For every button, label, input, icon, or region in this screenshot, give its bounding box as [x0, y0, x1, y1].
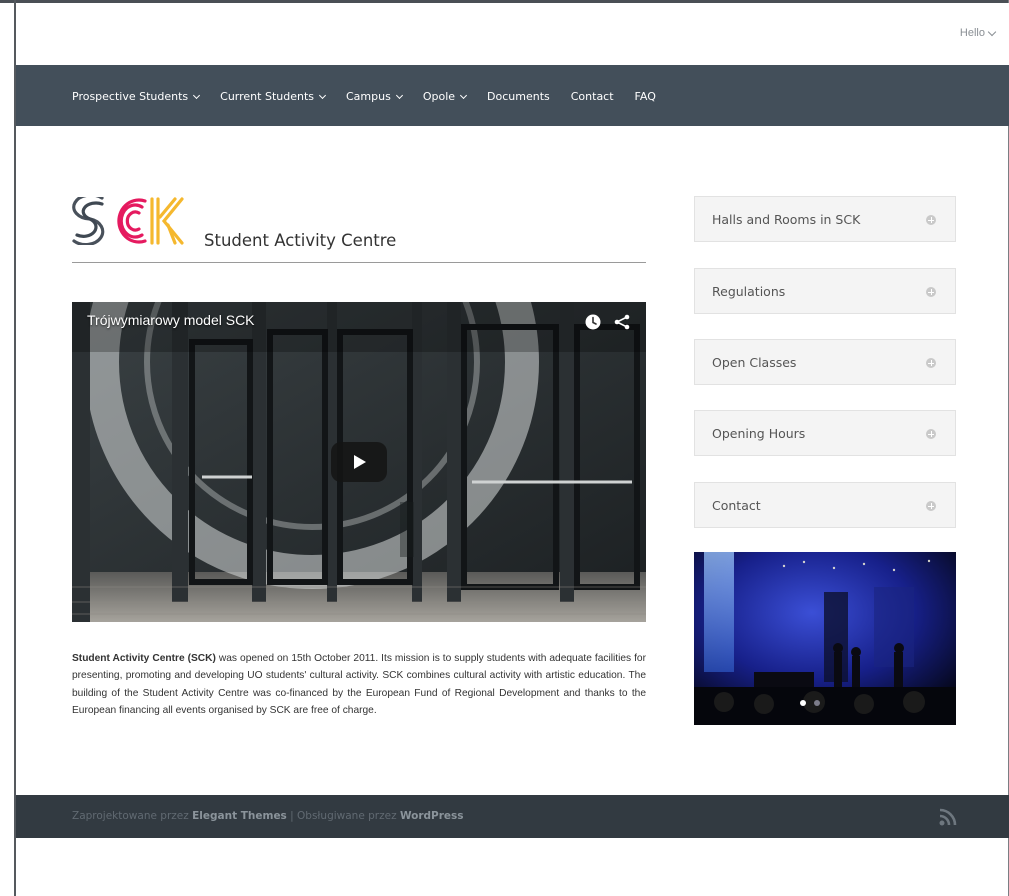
- slider-pagination: [800, 700, 820, 706]
- video-player[interactable]: Trójwymiarowy model SCK: [72, 302, 646, 622]
- sck-logo-mark: [72, 197, 184, 245]
- chevron-down-icon: [395, 91, 403, 99]
- nav-item-documents[interactable]: Documents: [487, 90, 550, 103]
- nav-item-current-students[interactable]: Current Students: [220, 90, 327, 103]
- user-greeting-menu[interactable]: Hello: [959, 27, 997, 39]
- footer-designed-prefix: Zaprojektowane przez: [72, 810, 193, 822]
- accordion-open-classes[interactable]: Open Classes: [694, 339, 956, 385]
- accordion-regulations[interactable]: Regulations: [694, 268, 956, 314]
- play-button[interactable]: [331, 442, 387, 482]
- nav-item-label: Opole: [422, 90, 456, 103]
- accordion-label: Contact: [712, 498, 761, 513]
- greeting-label: Hello: [959, 27, 985, 39]
- image-slider[interactable]: [694, 552, 956, 725]
- accordion-label: Opening Hours: [712, 426, 806, 441]
- clock-icon[interactable]: [585, 314, 601, 330]
- elegant-themes-link[interactable]: Elegant Themes: [192, 810, 287, 822]
- video-title[interactable]: Trójwymiarowy model SCK: [87, 312, 255, 328]
- accordion-label: Regulations: [712, 284, 786, 299]
- nav-menu: Prospective Students Current Students Ca…: [72, 90, 677, 103]
- nav-item-faq[interactable]: FAQ: [635, 90, 656, 103]
- accordion-contact[interactable]: Contact: [694, 482, 956, 528]
- nav-item-prospective-students[interactable]: Prospective Students: [72, 90, 201, 103]
- accordion-label: Halls and Rooms in SCK: [712, 212, 861, 227]
- wordpress-link[interactable]: WordPress: [400, 810, 464, 822]
- concert-photo: [694, 552, 956, 725]
- plus-icon: [926, 501, 936, 511]
- footer-powered-prefix: Obsługiwane przez: [297, 810, 400, 822]
- nav-item-label: Contact: [570, 90, 614, 103]
- plus-icon: [926, 429, 936, 439]
- accordion-halls-and-rooms[interactable]: Halls and Rooms in SCK: [694, 196, 956, 242]
- chevron-down-icon: [459, 91, 468, 99]
- plus-icon: [926, 287, 936, 297]
- top-bar: Hello: [16, 3, 1009, 65]
- share-icon[interactable]: [614, 314, 630, 330]
- main-navigation: Prospective Students Current Students Ca…: [16, 65, 1009, 126]
- nav-item-label: Campus: [346, 90, 391, 103]
- footer-credits: Zaprojektowane przez Elegant Themes | Ob…: [72, 810, 464, 822]
- nav-item-campus[interactable]: Campus: [346, 90, 403, 103]
- sck-logo: [72, 197, 184, 245]
- slider-dot-2[interactable]: [814, 700, 820, 706]
- nav-item-opole[interactable]: Opole: [422, 90, 468, 103]
- chevron-down-icon: [987, 27, 997, 36]
- plus-icon: [926, 358, 936, 368]
- accordion-label: Open Classes: [712, 355, 797, 370]
- intro-bold: Student Activity Centre (SCK): [72, 653, 216, 664]
- rss-icon[interactable]: [939, 808, 957, 826]
- nav-item-label: Current Students: [220, 90, 314, 103]
- chevron-down-icon: [318, 91, 327, 99]
- accordion-opening-hours[interactable]: Opening Hours: [694, 410, 956, 456]
- window-frame-left: [14, 0, 16, 896]
- intro-paragraph: Student Activity Centre (SCK) was opened…: [72, 650, 646, 719]
- nav-item-label: Prospective Students: [72, 90, 189, 103]
- brand-subtitle: Student Activity Centre: [204, 231, 397, 250]
- slider-dot-1[interactable]: [800, 700, 806, 706]
- footer-separator: |: [286, 810, 298, 822]
- nav-item-label: FAQ: [634, 90, 656, 103]
- chevron-down-icon: [193, 91, 201, 99]
- footer: Zaprojektowane przez Elegant Themes | Ob…: [16, 795, 1009, 838]
- nav-item-label: Documents: [487, 90, 550, 103]
- plus-icon: [926, 215, 936, 225]
- divider: [72, 262, 646, 263]
- nav-item-contact[interactable]: Contact: [571, 90, 614, 103]
